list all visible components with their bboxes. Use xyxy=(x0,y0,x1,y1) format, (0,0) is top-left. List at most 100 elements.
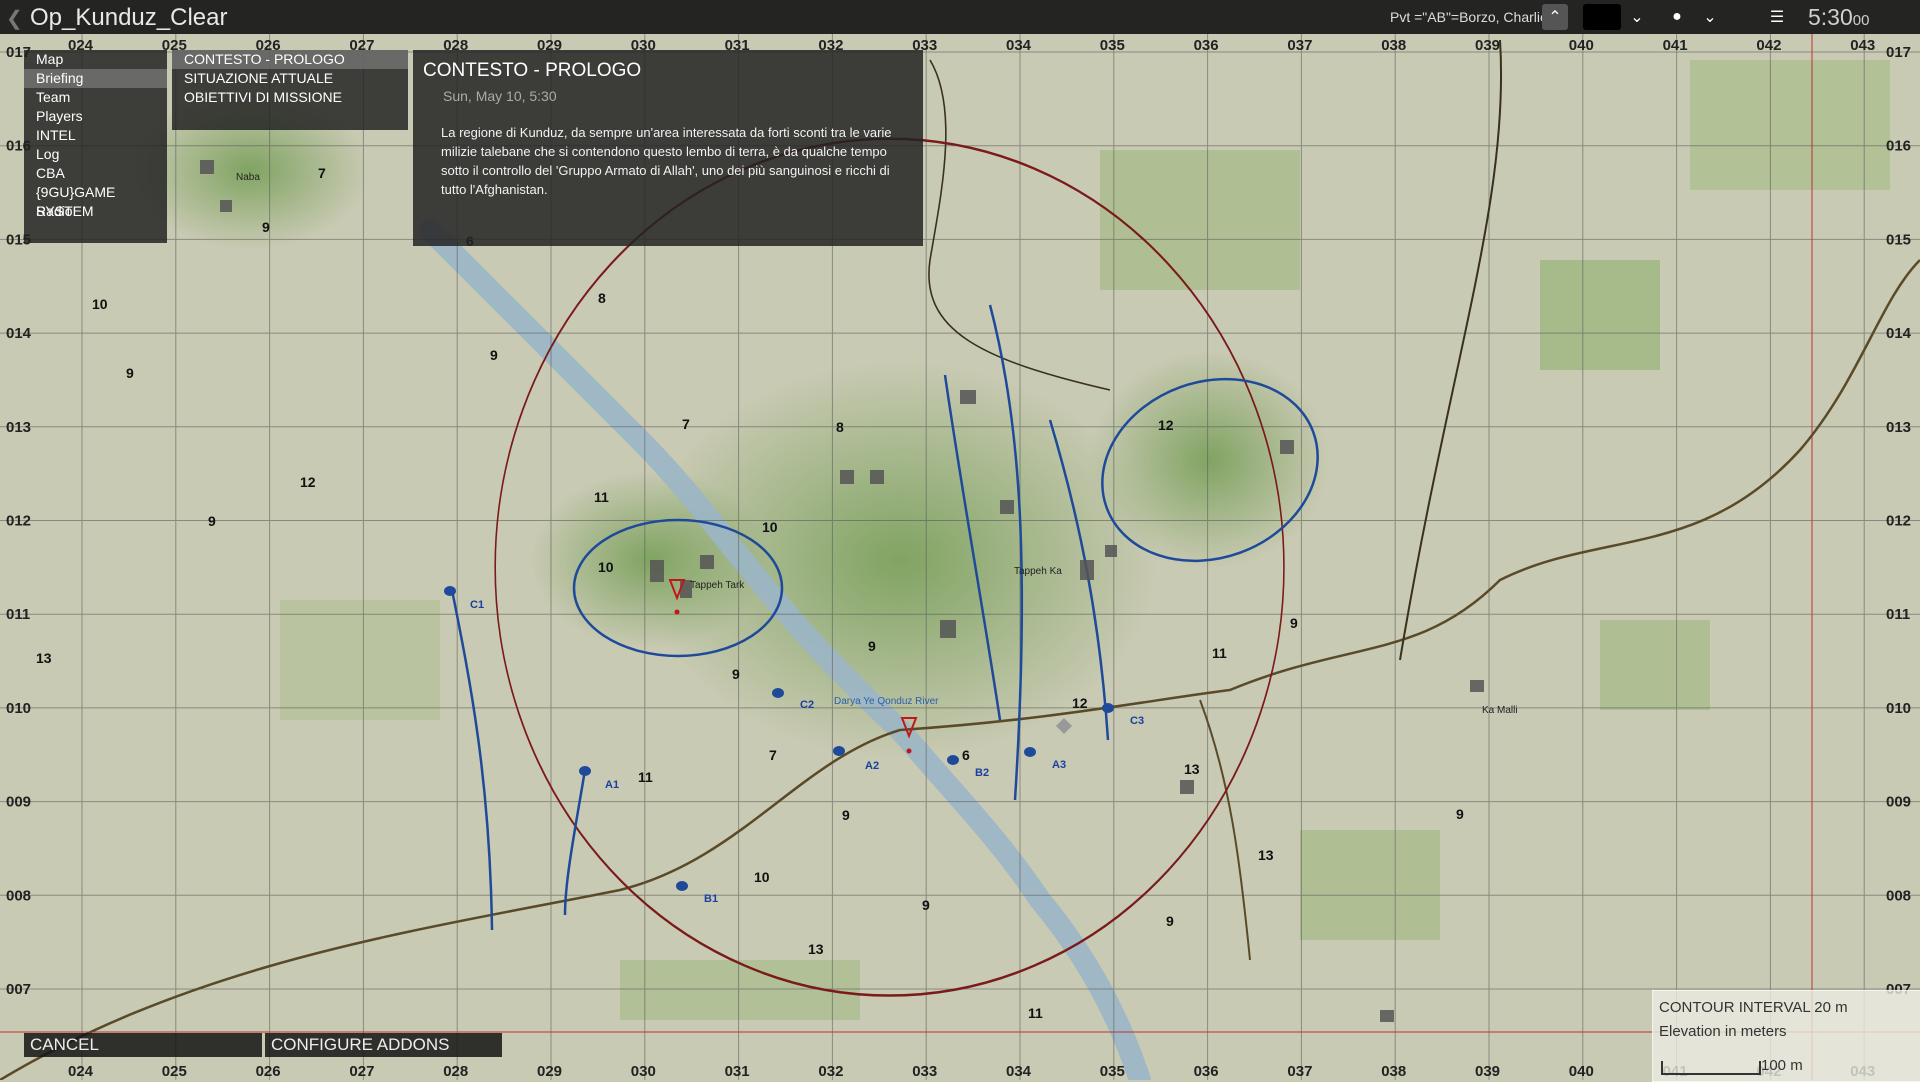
elevation-label: 13 xyxy=(808,941,824,957)
grid-y-label: 015 xyxy=(1886,231,1911,248)
grid-x-label: 043 xyxy=(1850,37,1875,54)
grid-x-label: 040 xyxy=(1569,37,1594,54)
chevron-down-icon[interactable]: ⌄ xyxy=(1697,4,1723,30)
grid-x-label: 031 xyxy=(725,1063,750,1080)
grid-x-label: 038 xyxy=(1381,37,1406,54)
grid-y-label: 011 xyxy=(6,606,30,623)
elevation-label: 9 xyxy=(1456,806,1464,822)
map-marker-label: A3 xyxy=(1052,759,1066,771)
grid-x-label: 037 xyxy=(1287,37,1312,54)
mission-title: Op_Kunduz_Clear xyxy=(30,4,228,31)
grid-x-label: 028 xyxy=(443,1063,468,1080)
grid-y-label: 012 xyxy=(1886,513,1911,530)
grid-x-label: 024 xyxy=(68,1063,94,1080)
grid-x-label: 036 xyxy=(1194,1063,1219,1080)
elevation-label: 10 xyxy=(92,296,108,312)
tactical-map[interactable]: C1 C2 C3 A1 A2 A3 B1 B2 Tappeh Tark Tappeh Ka Dar… xyxy=(0,0,1920,1080)
contour-legend: CONTOUR INTERVAL 20 m Elevation in meter… xyxy=(1652,990,1920,1082)
menu-item-briefing[interactable]: Briefing xyxy=(24,69,167,88)
elevation-label: 9 xyxy=(922,897,930,913)
submenu-item-obiettivi[interactable]: OBIETTIVI DI MISSIONE xyxy=(172,88,408,107)
grid-x-label: 038 xyxy=(1381,1063,1406,1080)
menu-item-cba[interactable]: CBA xyxy=(24,164,167,183)
contour-interval-label: CONTOUR INTERVAL 20 m xyxy=(1659,999,1848,1016)
grid-x-label: 039 xyxy=(1475,37,1500,54)
elevation-label: 12 xyxy=(300,474,316,490)
grid-x-label: 039 xyxy=(1475,1063,1500,1080)
menu-item-team[interactable]: Team xyxy=(24,88,167,107)
elevation-label: 9 xyxy=(732,666,740,682)
grid-x-label: 035 xyxy=(1100,37,1125,54)
grid-y-label: 014 xyxy=(1886,325,1912,342)
elevation-label: 12 xyxy=(1158,417,1174,433)
menu-item-log[interactable]: Log xyxy=(24,145,167,164)
color-swatch[interactable] xyxy=(1583,4,1621,30)
chevron-up-icon[interactable]: ⌃ xyxy=(1542,4,1568,30)
configure-addons-button[interactable]: CONFIGURE ADDONS xyxy=(265,1033,502,1057)
map-marker-label: B2 xyxy=(975,767,989,779)
marker-dot-icon[interactable]: ● xyxy=(1664,4,1690,30)
menu-item-intel[interactable]: INTEL xyxy=(24,126,167,145)
place-label: Ka Malli xyxy=(1482,705,1518,716)
elevation-label: 9 xyxy=(1290,615,1298,631)
elevation-label: 9 xyxy=(208,513,216,529)
map-marker-label: C3 xyxy=(1130,715,1144,727)
top-bar: ❮ Op_Kunduz_Clear Pvt ="AB"=Borzo, Charl… xyxy=(0,0,1920,34)
elevation-label: 8 xyxy=(598,290,606,306)
elevation-label: Elevation in meters xyxy=(1659,1023,1787,1040)
layers-icon[interactable]: ☰ xyxy=(1764,4,1790,30)
menu-item-players[interactable]: Players xyxy=(24,107,167,126)
elevation-label: 9 xyxy=(126,365,134,381)
grid-x-label: 042 xyxy=(1756,37,1781,54)
grid-x-label: 033 xyxy=(912,1063,937,1080)
grid-x-label: 032 xyxy=(818,1063,843,1080)
back-chevron-icon[interactable]: ❮ xyxy=(6,6,23,31)
elevation-label: 12 xyxy=(1072,695,1088,711)
player-name: Pvt ="AB"=Borzo, Charlie 3 xyxy=(1390,9,1560,25)
briefing-panel: CONTESTO - PROLOGO Sun, May 10, 5:30 La … xyxy=(413,50,923,246)
place-label: Naba xyxy=(236,172,260,183)
elevation-label: 10 xyxy=(598,559,614,575)
grid-y-label: 013 xyxy=(1886,419,1911,436)
grid-y-label: 016 xyxy=(1886,138,1911,155)
grid-x-label: 034 xyxy=(1006,37,1032,54)
elevation-label: 13 xyxy=(1184,761,1200,777)
grid-x-label: 037 xyxy=(1287,1063,1312,1080)
menu-item-game-system[interactable]: {9GU}GAME SYSTEM xyxy=(24,183,167,219)
chevron-down-icon[interactable]: ⌄ xyxy=(1624,4,1650,30)
scale-bar xyxy=(1661,1061,1761,1075)
elevation-label: 7 xyxy=(682,416,690,432)
grid-y-label: 017 xyxy=(1886,44,1911,61)
elevation-label: 6 xyxy=(962,747,970,763)
grid-y-label: 008 xyxy=(6,887,31,904)
diary-menu: Map Briefing Team Players INTEL Log CBA … xyxy=(24,50,167,243)
submenu-item-contesto[interactable]: CONTESTO - PROLOGO xyxy=(172,50,408,69)
briefing-title: CONTESTO - PROLOGO xyxy=(423,60,642,81)
grid-y-label: 010 xyxy=(6,700,31,717)
grid-y-label: 009 xyxy=(6,794,31,811)
briefing-submenu: CONTESTO - PROLOGO SITUAZIONE ATTUALE OB… xyxy=(172,50,408,130)
submenu-item-situazione[interactable]: SITUAZIONE ATTUALE xyxy=(172,69,408,88)
elevation-label: 11 xyxy=(594,489,609,505)
mission-time: 5:3000 xyxy=(1808,4,1869,31)
grid-y-label: 007 xyxy=(6,981,31,998)
menu-item-radio[interactable]: Radio xyxy=(24,202,167,221)
grid-x-label: 029 xyxy=(537,1063,562,1080)
grid-x-label: 034 xyxy=(1006,1063,1032,1080)
map-marker-label: C2 xyxy=(800,699,814,711)
cancel-button[interactable]: CANCEL xyxy=(24,1033,262,1057)
grid-x-label: 027 xyxy=(349,1063,374,1080)
grid-x-label: 041 xyxy=(1663,37,1688,54)
elevation-label: 13 xyxy=(36,650,52,666)
map-marker-label: C1 xyxy=(470,599,484,611)
elevation-label: 8 xyxy=(836,419,844,435)
menu-item-map[interactable]: Map xyxy=(24,50,167,69)
grid-x-label: 030 xyxy=(631,1063,656,1080)
map-marker-label: A2 xyxy=(865,760,879,772)
grid-y-label: 014 xyxy=(6,325,32,342)
grid-x-label: 025 xyxy=(162,1063,187,1080)
grid-x-label: 035 xyxy=(1100,1063,1125,1080)
elevation-label: 9 xyxy=(490,347,498,363)
grid-y-label: 013 xyxy=(6,419,31,436)
grid-y-label: 012 xyxy=(6,513,31,530)
